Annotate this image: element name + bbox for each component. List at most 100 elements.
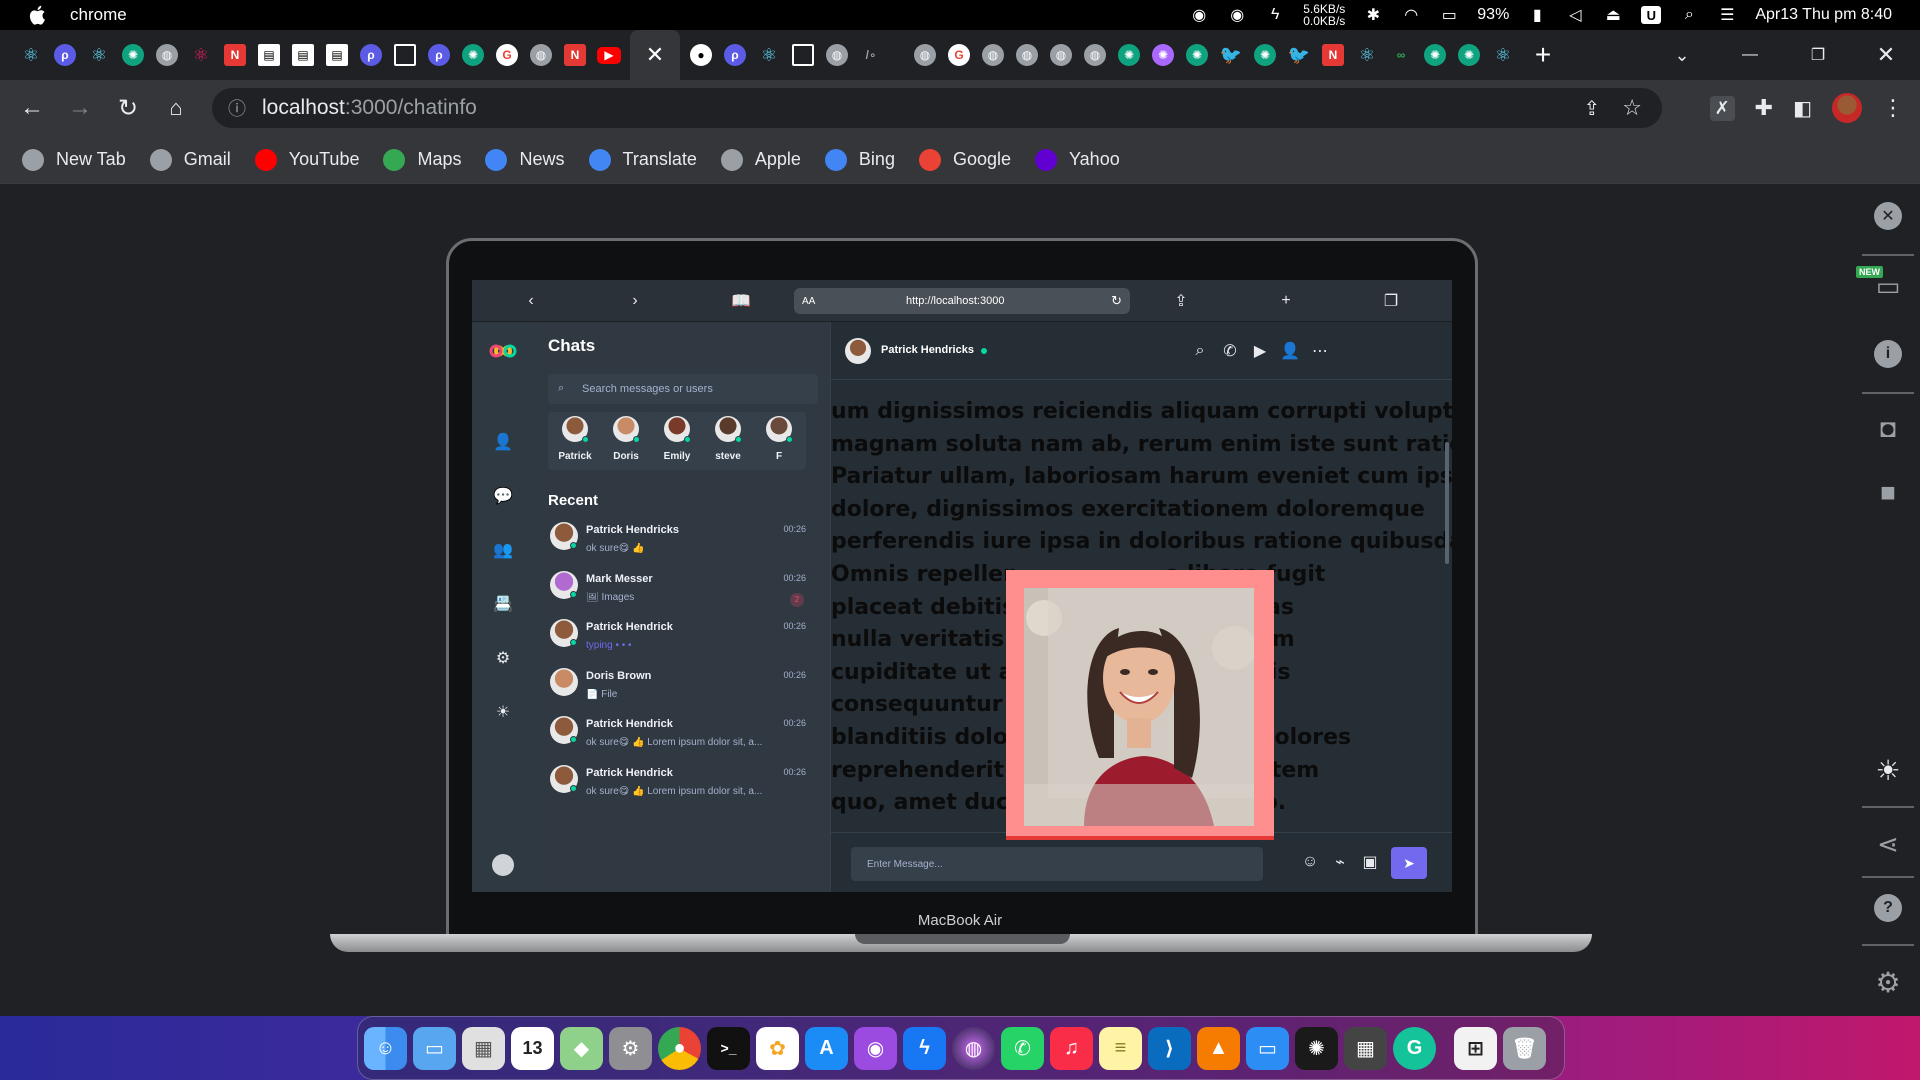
new-tab-button[interactable]: + bbox=[1526, 37, 1560, 73]
tab-doc[interactable]: ▤ bbox=[286, 37, 320, 73]
folder-icon[interactable]: ▭ bbox=[413, 1026, 456, 1070]
trash-icon[interactable]: 🗑 bbox=[1503, 1026, 1546, 1070]
finder-icon[interactable]: ☺ bbox=[364, 1026, 407, 1070]
text-size-button[interactable]: AA bbox=[802, 296, 815, 307]
terminal-icon[interactable]: >_ bbox=[707, 1026, 750, 1070]
tab-doc[interactable]: ▤ bbox=[320, 37, 354, 73]
music-icon[interactable]: ♫ bbox=[1050, 1026, 1093, 1070]
tab-globe[interactable]: ◍ bbox=[1044, 37, 1078, 73]
minimize-button[interactable]: — bbox=[1716, 30, 1784, 80]
profile-avatar[interactable] bbox=[1832, 93, 1862, 123]
messenger-icon[interactable]: ϟ bbox=[903, 1026, 946, 1070]
safari-address-bar[interactable]: AA http://localhost:3000 ↻ bbox=[794, 288, 1130, 314]
tab-react[interactable]: ⚛ bbox=[1350, 37, 1384, 73]
profile-icon[interactable]: 👤 bbox=[493, 432, 513, 452]
conversation-item[interactable]: Mark Messer 🖼 Images 00:26 2 bbox=[548, 567, 818, 621]
bookmark-new-tab[interactable]: New Tab bbox=[22, 148, 126, 171]
help-button[interactable]: ? bbox=[1868, 888, 1908, 928]
new-tab-icon[interactable]: + bbox=[1275, 290, 1297, 312]
tab-react[interactable]: ⚛ bbox=[14, 37, 48, 73]
tab-doc[interactable]: ▤ bbox=[252, 37, 286, 73]
maps-icon[interactable]: ◆ bbox=[560, 1026, 603, 1070]
display-icon[interactable]: ▭ bbox=[1439, 6, 1459, 24]
more-options-icon[interactable]: ⋯ bbox=[1311, 342, 1329, 360]
conversation-item[interactable]: Doris Brown 📄 File 00:26 bbox=[548, 664, 818, 718]
bluetooth-icon[interactable]: ✱ bbox=[1363, 6, 1383, 24]
tab-google[interactable]: G bbox=[490, 37, 524, 73]
share-icon[interactable]: ⇪ bbox=[1584, 96, 1601, 121]
airplay-icon[interactable]: ▭ bbox=[1246, 1026, 1289, 1070]
grammarly-icon[interactable]: G bbox=[1393, 1026, 1436, 1070]
wifi-icon[interactable]: ◠ bbox=[1401, 6, 1421, 24]
extension-x-icon[interactable]: ✗ bbox=[1709, 95, 1735, 121]
theme-toggle-icon[interactable]: ☀ bbox=[493, 702, 513, 722]
brightness-button[interactable]: ☀ bbox=[1868, 750, 1908, 790]
reload-icon[interactable]: ↻ bbox=[1111, 293, 1122, 309]
siri-icon[interactable]: ◍ bbox=[952, 1026, 995, 1070]
restore-button[interactable]: ❐ bbox=[1784, 30, 1852, 80]
bookmark-maps[interactable]: Maps bbox=[383, 148, 461, 171]
tab-youtube[interactable]: ▶ bbox=[592, 37, 626, 73]
podcasts-icon[interactable]: ◉ bbox=[854, 1026, 897, 1070]
search-icon[interactable]: ⌕ bbox=[1191, 342, 1209, 360]
close-window-button[interactable]: ✕ bbox=[1852, 30, 1920, 80]
tab-app[interactable]: ρ bbox=[718, 37, 752, 73]
online-user[interactable]: Patrick bbox=[548, 412, 602, 470]
device-preview-button[interactable]: NEW ▭ bbox=[1856, 266, 1908, 306]
tab-chatgpt[interactable]: ✺ bbox=[1112, 37, 1146, 73]
tab-react[interactable]: ⚛ bbox=[82, 37, 116, 73]
launchpad-icon[interactable]: ▦ bbox=[462, 1026, 505, 1070]
app-store-icon[interactable]: A bbox=[805, 1026, 848, 1070]
system-settings-icon[interactable]: ⚙ bbox=[609, 1026, 652, 1070]
tab-github[interactable]: ● bbox=[684, 37, 718, 73]
attachment-icon[interactable]: ⌁ bbox=[1333, 854, 1347, 871]
contact-name[interactable]: Patrick Hendricks bbox=[881, 344, 974, 356]
tab-react[interactable]: ⚛ bbox=[1486, 37, 1520, 73]
search-input[interactable]: ⌕ Search messages or users bbox=[548, 374, 818, 404]
conversation-scrollbar[interactable] bbox=[1445, 442, 1449, 564]
battery-icon[interactable]: ▮ bbox=[1527, 6, 1547, 24]
phone-icon[interactable]: ✆ bbox=[1221, 342, 1239, 360]
image-icon[interactable]: ▣ bbox=[1362, 854, 1377, 871]
bookmark-translate[interactable]: Translate bbox=[588, 148, 697, 171]
windows-app-icon[interactable]: ⊞ bbox=[1454, 1026, 1497, 1070]
tab-globe[interactable]: ◍ bbox=[1010, 37, 1044, 73]
tab-notion[interactable]: N bbox=[1316, 37, 1350, 73]
close-panel-button[interactable]: ✕ bbox=[1868, 196, 1908, 236]
settings-icon[interactable]: ⚙ bbox=[493, 648, 513, 668]
online-user[interactable]: Doris bbox=[599, 412, 653, 470]
tab-globe[interactable]: ◍ bbox=[524, 37, 558, 73]
apple-menu-icon[interactable] bbox=[28, 5, 46, 25]
extensions-puzzle-icon[interactable]: ✚ bbox=[1755, 95, 1773, 121]
kebab-menu-icon[interactable]: ⋮ bbox=[1882, 95, 1904, 121]
bookmark-yahoo[interactable]: Yahoo bbox=[1035, 148, 1120, 171]
chats-icon[interactable]: 💬 bbox=[493, 486, 513, 506]
conversation-item[interactable]: Patrick Hendricks ok sure😋 👍 00:26 bbox=[548, 518, 818, 572]
active-app-name[interactable]: chrome bbox=[70, 5, 127, 25]
bookmark-google[interactable]: Google bbox=[918, 148, 1011, 171]
calculator-icon[interactable]: ▦ bbox=[1344, 1026, 1387, 1070]
groups-icon[interactable]: 👥 bbox=[493, 540, 513, 560]
star-icon[interactable]: ☆ bbox=[1622, 95, 1642, 121]
image-preview-popup[interactable] bbox=[1006, 570, 1274, 840]
control-center-icon[interactable]: ☰ bbox=[1717, 6, 1737, 24]
tab-globe[interactable]: ◍ bbox=[976, 37, 1010, 73]
tab-link[interactable]: ∞ bbox=[1384, 37, 1418, 73]
tab-react[interactable]: ⚛ bbox=[752, 37, 786, 73]
bookmark-bing[interactable]: Bing bbox=[824, 148, 895, 171]
notes-icon[interactable]: ≡ bbox=[1099, 1026, 1142, 1070]
volume-icon[interactable]: ◁ bbox=[1565, 6, 1585, 24]
side-panel-icon[interactable]: ◧ bbox=[1793, 96, 1812, 121]
conversation-item[interactable]: Patrick Hendrick typing • • • 00:26 bbox=[548, 615, 818, 669]
online-user[interactable]: F bbox=[752, 412, 806, 470]
calendar-icon[interactable]: 13 bbox=[511, 1026, 554, 1070]
tab-chatgpt[interactable]: ✺ bbox=[1418, 37, 1452, 73]
close-tab-icon[interactable]: ✕ bbox=[646, 42, 664, 68]
conversation-item[interactable]: Patrick Hendrick ok sure😋 👍 Lorem ipsum d… bbox=[548, 712, 818, 766]
record-button[interactable]: ■ bbox=[1868, 472, 1908, 512]
share-button[interactable]: ⋖ bbox=[1868, 824, 1908, 864]
address-bar[interactable]: ⓘ localhost:3000/chatinfo ⇪ ☆ bbox=[212, 88, 1662, 128]
whatsapp-icon[interactable]: ✆ bbox=[1001, 1026, 1044, 1070]
info-icon[interactable]: ⓘ bbox=[228, 95, 246, 121]
forward-button[interactable]: → bbox=[60, 88, 100, 128]
